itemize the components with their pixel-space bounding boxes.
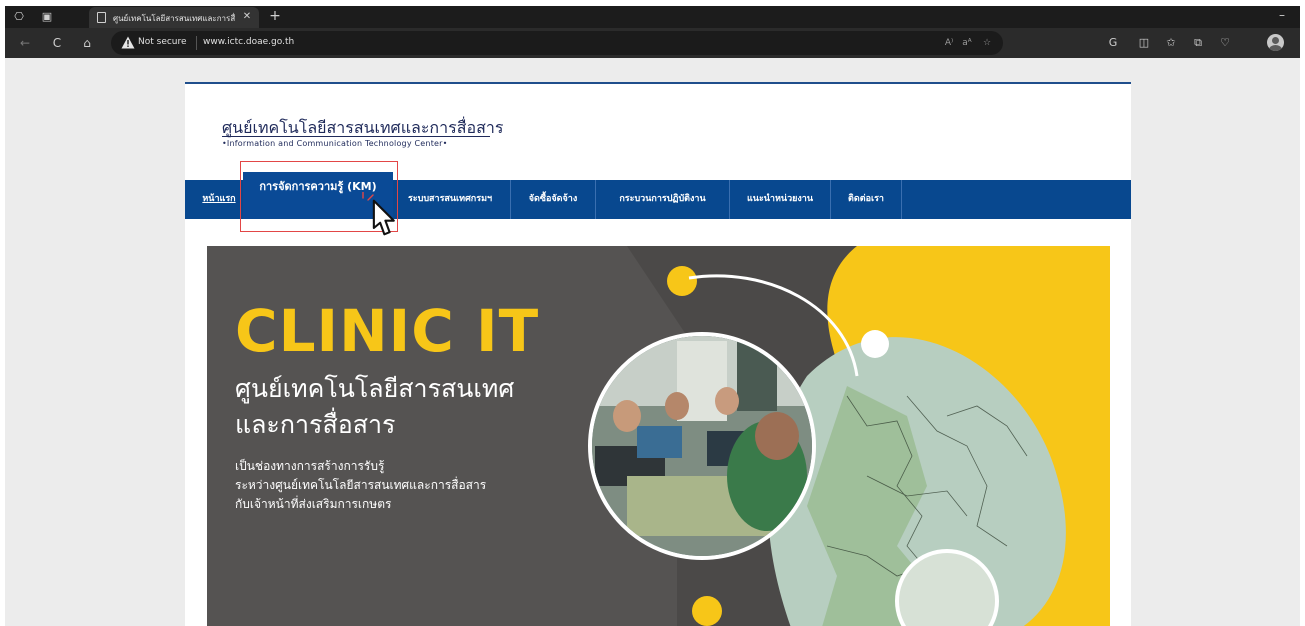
profile-avatar[interactable] bbox=[1267, 34, 1284, 51]
warning-icon bbox=[121, 36, 135, 49]
browser-window: ⎔ ▣ ศูนย์เทคโนโลยีสารสนเทศและการสื่อสาร … bbox=[5, 6, 1300, 626]
browser-tab[interactable]: ศูนย์เทคโนโลยีสารสนเทศและการสื่อสาร ✕ bbox=[89, 7, 259, 28]
address-divider bbox=[196, 36, 197, 50]
page-viewport: ศูนย์เทคโนโลยีสารสนเทศและการสื่อสาร •Inf… bbox=[5, 58, 1300, 626]
close-tab-icon[interactable]: ✕ bbox=[240, 10, 254, 24]
nav-home[interactable]: หน้าแรก bbox=[199, 180, 239, 219]
read-aloud-icon[interactable]: A⁾ bbox=[941, 36, 957, 50]
banner-subtitle-line1: ศูนย์เทคโนโลยีสารสนเทศ bbox=[235, 374, 515, 403]
security-label[interactable]: Not secure bbox=[138, 37, 187, 47]
favorites-icon[interactable]: ✩ bbox=[1163, 35, 1179, 51]
url-text[interactable]: www.ictc.doae.go.th bbox=[203, 37, 294, 47]
nav-units[interactable]: แนะนำหน่วยงาน bbox=[730, 180, 830, 219]
logo-divider bbox=[222, 136, 490, 137]
nav-procurement[interactable]: จัดซื้อจัดจ้าง bbox=[511, 180, 595, 219]
split-screen-icon[interactable]: ◫ bbox=[1136, 35, 1152, 51]
nav-contact[interactable]: ติดต่อเรา bbox=[831, 180, 901, 219]
banner-description: เป็นช่องทางการสร้างการรับรู้ ระหว่างศูนย… bbox=[235, 457, 486, 515]
minimize-button[interactable]: – bbox=[1273, 8, 1291, 24]
banner-subtitle-line2: และการสื่อสาร bbox=[235, 410, 396, 439]
banner-desc-line3: กับเจ้าหน้าที่ส่งเสริมการเกษตร bbox=[235, 497, 392, 512]
site-logo-english: •Information and Communication Technolog… bbox=[222, 139, 448, 148]
favorite-star-icon[interactable]: ☆ bbox=[979, 36, 995, 50]
banner-title: CLINIC IT bbox=[235, 297, 540, 365]
new-tab-button[interactable]: + bbox=[267, 8, 283, 24]
website-container: ศูนย์เทคโนโลยีสารสนเทศและการสื่อสาร •Inf… bbox=[185, 82, 1131, 626]
pointer-cursor-icon bbox=[362, 192, 395, 236]
tab-strip: ⎔ ▣ ศูนย์เทคโนโลยีสารสนเทศและการสื่อสาร … bbox=[5, 6, 1300, 28]
page-icon bbox=[97, 12, 106, 23]
hero-banner[interactable]: CLINIC IT ศูนย์เทคโนโลยีสารสนเทศ และการส… bbox=[207, 246, 1110, 626]
translate-icon[interactable]: aᴬ bbox=[959, 36, 975, 50]
collections-icon[interactable]: ⧉ bbox=[1190, 35, 1206, 51]
address-bar[interactable]: Not secure www.ictc.doae.go.th A⁾ aᴬ ☆ bbox=[111, 31, 1003, 55]
site-logo-thai[interactable]: ศูนย์เทคโนโลยีสารสนเทศและการสื่อสาร bbox=[222, 116, 503, 141]
tab-title: ศูนย์เทคโนโลยีสารสนเทศและการสื่อสาร bbox=[113, 14, 235, 23]
refresh-button[interactable]: C bbox=[49, 35, 65, 51]
copilot-icon[interactable]: G bbox=[1105, 35, 1121, 51]
banner-desc-line2: ระหว่างศูนย์เทคโนโลยีสารสนเทศและการสื่อส… bbox=[235, 478, 487, 493]
back-button[interactable]: ← bbox=[17, 35, 33, 51]
browser-toolbar: ← C ⌂ Not secure www.ictc.doae.go.th A⁾ … bbox=[5, 28, 1300, 58]
banner-desc-line1: เป็นช่องทางการสร้างการรับรู้ bbox=[235, 459, 385, 473]
nav-divider bbox=[901, 180, 902, 219]
workspaces-icon[interactable]: ⎔ bbox=[11, 9, 27, 25]
browser-essentials-icon[interactable]: ♡ bbox=[1217, 35, 1233, 51]
tab-actions-icon[interactable]: ▣ bbox=[39, 9, 55, 25]
nav-work-process[interactable]: กระบวนการปฏิบัติงาน bbox=[596, 180, 729, 219]
home-button[interactable]: ⌂ bbox=[79, 35, 95, 51]
